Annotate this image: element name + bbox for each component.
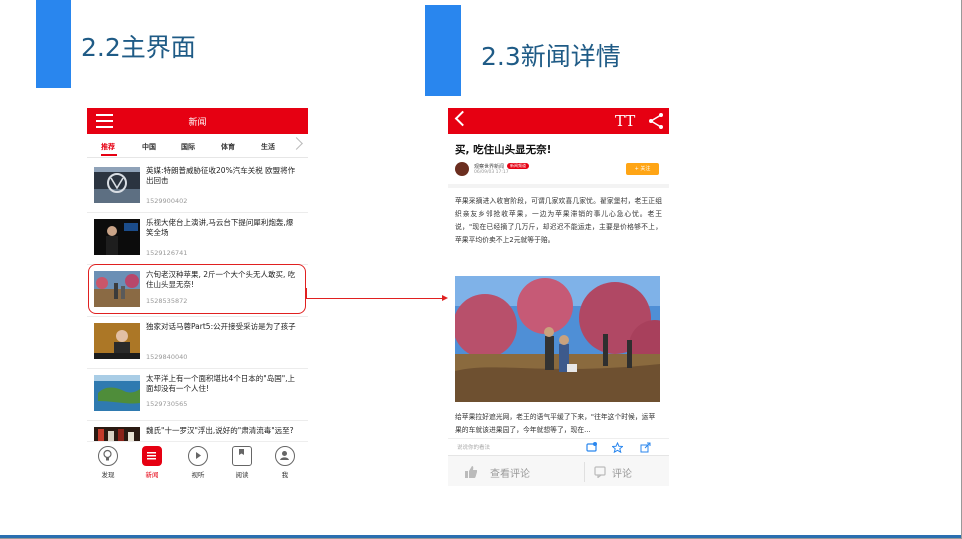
news-meta: 1529900402 [146,197,188,205]
comment-bar: 说说你的看法 [448,438,669,455]
news-icon [142,446,162,466]
tab-recommend[interactable]: 推荐 [101,142,115,152]
news-meta: 1529126741 [146,249,188,257]
view-comments-button[interactable]: 查看评论 [490,465,530,480]
news-detail-screen: TT 买, 吃住山头显无奈! 观察世界新闻 新闻频道 06/09/03 17:1… [448,108,669,486]
article-photo [455,276,660,402]
source-name[interactable]: 观察世界新闻 [474,163,504,170]
article-body: 苹果采摘进入收官阶段，可谓几家欢喜几家忧。翟家堡村，老王正组织亲友乡邻抢收苹果，… [455,197,662,244]
publish-date: 06/09/03 17:17 [474,170,509,175]
highlight-selected-news [88,264,306,314]
news-meta: 1529730565 [146,400,188,408]
article-body-continued: 给苹果拉好遮光网，老王的语气平缓了下来，"往年这个时候，运苹果的车就该进果园了，… [455,413,656,434]
news-title: 乐视大佬台上演讲,马云台下提问犀利炮轰,爆笑全场 [146,218,294,237]
news-list-item[interactable]: 独家对话马蓉Part5:公开接受采访是为了孩子 1529840040 [87,317,308,369]
divider [448,184,669,188]
nav-item-reading[interactable]: 阅读 [225,446,259,479]
thumbs-up-icon[interactable] [465,466,477,478]
share-icon[interactable] [648,112,664,130]
nav-label: 发现 [101,471,115,479]
article-actions: 查看评论 评论 [448,455,669,486]
comment-count-icon[interactable] [586,442,597,453]
news-title: 太平洋上有一个面积堪比4个日本的"岛国",上面却没有一个人住! [146,374,296,393]
nav-label: 视听 [191,471,205,479]
back-arrow-icon[interactable] [454,110,471,127]
nav-item-media[interactable]: 视听 [181,446,215,479]
source-avatar[interactable] [455,162,469,176]
right-accent-bar [425,5,461,96]
news-title: 英媒:特朗普威胁征收20%汽车关税 欧盟将作出回击 [146,166,296,185]
tab-china[interactable]: 中国 [142,142,156,152]
detail-header: TT [448,108,669,134]
font-size-toggle[interactable]: TT [615,112,635,130]
connector-line [306,298,444,299]
slide: 2.2主界面 2.3新闻详情 新闻 推荐 中国 国际 体育 生活 英媒:特朗普威… [0,0,962,539]
connector-line [306,288,307,298]
comment-icon[interactable] [594,466,606,478]
news-thumbnail [94,219,140,255]
left-section-title: 2.2主界面 [81,33,196,62]
tab-life[interactable]: 生活 [261,142,275,152]
news-list-item[interactable]: 太平洋上有一个面积堪比4个日本的"岛国",上面却没有一个人住! 15297305… [87,369,308,421]
article-headline: 买, 吃住山头显无奈! [455,144,552,156]
comment-button[interactable]: 评论 [612,465,632,480]
news-thumbnail [94,323,140,359]
user-icon [275,446,295,466]
share-out-icon[interactable] [640,442,651,453]
category-tabs: 推荐 中国 国际 体育 生活 [87,134,308,158]
nav-item-discover[interactable]: 发现 [91,446,125,479]
nav-label: 新闻 [145,471,159,479]
active-tab-underline [101,154,117,156]
bulb-icon [98,446,118,466]
list-header: 新闻 [87,108,308,134]
play-icon [188,446,208,466]
news-title: 独家对话马蓉Part5:公开接受采访是为了孩子 [146,322,296,331]
nav-item-me[interactable]: 我 [268,446,302,479]
right-section-title: 2.3新闻详情 [481,42,621,71]
left-accent-bar [36,0,71,88]
news-thumbnail [94,375,140,411]
chevron-right-icon[interactable] [290,137,303,150]
news-thumbnail [94,167,140,203]
follow-button[interactable]: + 关注 [626,163,659,175]
tab-international[interactable]: 国际 [181,142,195,152]
source-badge: 新闻频道 [507,163,529,169]
tab-sports[interactable]: 体育 [221,142,235,152]
news-list-item[interactable]: 英媒:特朗普威胁征收20%汽车关税 欧盟将作出回击 1529900402 [87,161,308,213]
nav-item-news[interactable]: 新闻 [135,446,169,479]
nav-label: 我 [281,471,289,479]
list-header-title: 新闻 [188,118,207,128]
bookmark-icon [232,446,252,466]
star-icon[interactable] [612,442,623,453]
comment-input[interactable]: 说说你的看法 [457,443,490,451]
news-meta: 1529840040 [146,353,188,361]
slide-bottom-border [0,535,961,538]
divider [584,462,585,482]
news-list-item[interactable]: 乐视大佬台上演讲,马云台下提问犀利炮轰,爆笑全场 1529126741 [87,213,308,265]
bottom-navigation: 发现 新闻 视听 阅读 我 [87,441,308,486]
nav-label: 阅读 [235,471,249,479]
